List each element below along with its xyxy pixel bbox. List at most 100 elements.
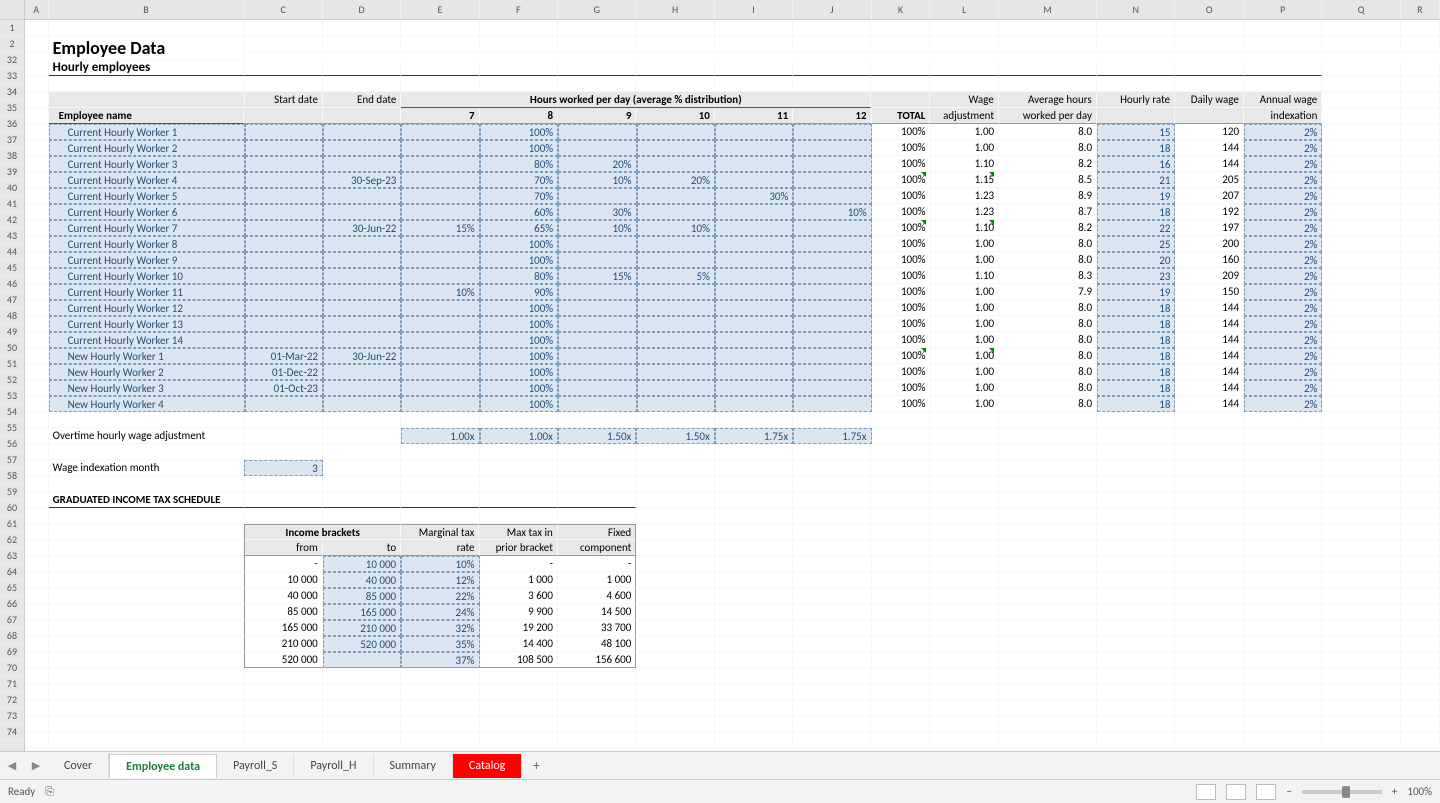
hourly-rate[interactable]: 18 <box>1097 300 1175 316</box>
row-header-57[interactable]: 57 <box>0 452 24 468</box>
cell[interactable] <box>1097 540 1175 556</box>
cell[interactable] <box>715 668 793 684</box>
cell[interactable] <box>1322 332 1400 348</box>
hours-d5[interactable] <box>793 332 871 348</box>
cell[interactable] <box>25 140 49 156</box>
wage-index[interactable]: 2% <box>1244 236 1322 252</box>
cell[interactable] <box>25 92 49 108</box>
col-header-P[interactable]: P <box>1244 0 1322 20</box>
cell[interactable] <box>1401 20 1440 36</box>
cell[interactable] <box>1401 636 1440 652</box>
cell[interactable] <box>1244 524 1322 540</box>
cell[interactable] <box>25 444 49 460</box>
cell[interactable] <box>480 732 558 748</box>
hours-d0[interactable] <box>401 204 479 220</box>
col-header-L[interactable]: L <box>930 0 999 20</box>
col-header-R[interactable]: R <box>1401 0 1440 20</box>
cell[interactable] <box>793 460 871 476</box>
end-date[interactable]: 30-Sep-23 <box>323 172 401 188</box>
cell[interactable] <box>1244 556 1322 572</box>
cell[interactable] <box>244 684 322 700</box>
cell[interactable] <box>323 492 401 508</box>
cell[interactable] <box>1097 76 1175 92</box>
cell[interactable] <box>25 492 49 508</box>
hours-d3[interactable]: 5% <box>637 268 715 284</box>
cell[interactable] <box>1322 156 1400 172</box>
hours-d3[interactable] <box>637 396 715 412</box>
cell[interactable] <box>930 524 999 540</box>
cell[interactable] <box>1244 76 1322 92</box>
start-date[interactable] <box>245 252 323 268</box>
employee-name[interactable]: Current Hourly Worker 6 <box>49 204 245 220</box>
cell[interactable] <box>793 684 871 700</box>
tab-payroll_s[interactable]: Payroll_S <box>217 754 294 778</box>
cell[interactable] <box>401 460 479 476</box>
end-date[interactable] <box>323 140 401 156</box>
cell[interactable] <box>1097 620 1175 636</box>
cell[interactable] <box>1175 556 1244 572</box>
cell[interactable] <box>1401 572 1440 588</box>
cell[interactable] <box>1401 604 1440 620</box>
end-date[interactable] <box>323 332 401 348</box>
hours-d1[interactable]: 100% <box>480 140 558 156</box>
view-page-break-button[interactable] <box>1256 784 1276 800</box>
wage-index[interactable]: 2% <box>1244 172 1322 188</box>
hours-d4[interactable]: 30% <box>715 188 793 204</box>
tax-rate[interactable]: 24% <box>401 604 479 620</box>
start-date[interactable] <box>245 300 323 316</box>
cell[interactable] <box>1401 252 1440 268</box>
cell[interactable] <box>401 732 479 748</box>
cell[interactable] <box>636 620 714 636</box>
cell[interactable] <box>715 604 793 620</box>
hours-d1[interactable]: 60% <box>480 204 558 220</box>
cell[interactable] <box>401 60 479 76</box>
cell[interactable] <box>636 36 714 52</box>
hourly-rate[interactable]: 19 <box>1097 284 1175 300</box>
tax-rate[interactable]: 22% <box>401 588 479 604</box>
overtime-val[interactable]: 1.75x <box>793 428 871 444</box>
hours-d1[interactable]: 100% <box>480 236 558 252</box>
cell[interactable] <box>1175 540 1244 556</box>
employee-name[interactable]: Current Hourly Worker 9 <box>49 252 245 268</box>
end-date[interactable]: 30-Jun-22 <box>323 220 401 236</box>
cell[interactable] <box>1401 588 1440 604</box>
employee-name[interactable]: New Hourly Worker 2 <box>49 364 245 380</box>
hours-d3[interactable] <box>637 300 715 316</box>
hours-d5[interactable] <box>793 380 871 396</box>
hours-d3[interactable] <box>637 236 715 252</box>
cell[interactable] <box>1322 140 1400 156</box>
cell[interactable] <box>244 716 322 732</box>
cell[interactable] <box>930 652 999 668</box>
end-date[interactable] <box>323 236 401 252</box>
cell[interactable] <box>1244 60 1322 76</box>
cell[interactable] <box>999 428 1097 444</box>
cell[interactable] <box>25 700 49 716</box>
hours-d3[interactable] <box>637 156 715 172</box>
hours-d0[interactable] <box>401 364 479 380</box>
cell[interactable] <box>999 492 1097 508</box>
hours-d2[interactable]: 20% <box>558 156 636 172</box>
cell[interactable] <box>636 716 714 732</box>
hours-d0[interactable] <box>401 236 479 252</box>
hours-d1[interactable]: 65% <box>480 220 558 236</box>
cell[interactable] <box>930 684 999 700</box>
cell[interactable] <box>1401 300 1440 316</box>
cell[interactable] <box>1322 476 1400 492</box>
overtime-val[interactable]: 1.50x <box>636 428 714 444</box>
row-header-69[interactable]: 69 <box>0 644 24 660</box>
hours-d0[interactable] <box>401 348 479 364</box>
cell[interactable] <box>871 60 930 76</box>
cell[interactable] <box>480 700 558 716</box>
cell[interactable] <box>1097 444 1175 460</box>
cell[interactable] <box>1097 716 1175 732</box>
cell[interactable] <box>244 428 322 444</box>
cell[interactable] <box>1322 540 1400 556</box>
hours-d5[interactable] <box>793 172 871 188</box>
cell[interactable] <box>1401 284 1440 300</box>
hours-d1[interactable]: 100% <box>480 300 558 316</box>
cell[interactable] <box>871 460 930 476</box>
cell[interactable] <box>999 684 1097 700</box>
cell[interactable] <box>930 732 999 748</box>
cell[interactable] <box>25 156 49 172</box>
cell[interactable] <box>636 732 714 748</box>
